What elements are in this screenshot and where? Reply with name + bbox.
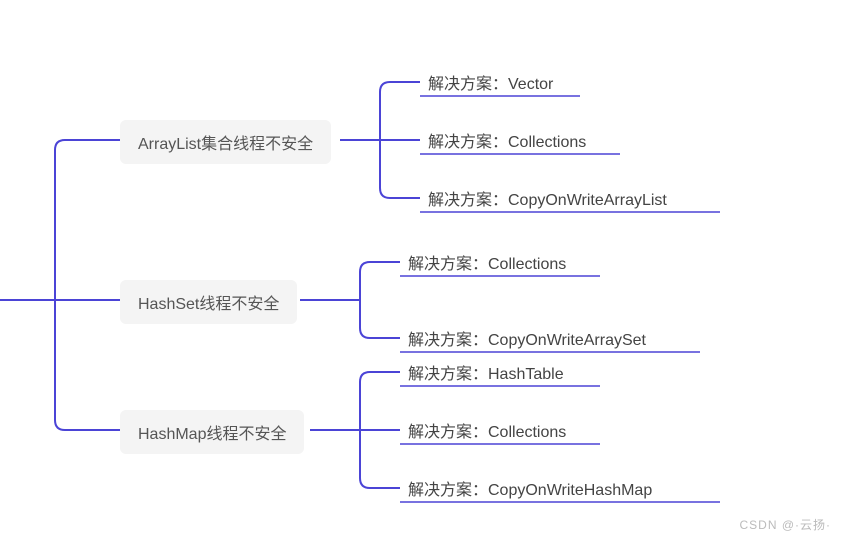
leaf-arraylist-cowarraylist: 解决方案：CopyOnWriteArrayList <box>428 182 667 214</box>
leaf-arraylist-collections: 解决方案：Collections <box>428 124 586 156</box>
watermark-text: CSDN @·云扬· <box>739 516 831 533</box>
leaf-hashmap-collections: 解决方案：Collections <box>408 414 566 446</box>
node-arraylist: ArrayList集合线程不安全 <box>120 120 331 164</box>
leaf-hashmap-hashtable: 解决方案：HashTable <box>408 356 564 388</box>
leaf-hashmap-cowhashmap: 解决方案：CopyOnWriteHashMap <box>408 472 652 504</box>
node-hashmap: HashMap线程不安全 <box>120 410 304 454</box>
leaf-arraylist-vector: 解决方案：Vector <box>428 66 553 98</box>
node-hashset: HashSet线程不安全 <box>120 280 297 324</box>
leaf-hashset-collections: 解决方案：Collections <box>408 246 566 278</box>
leaf-hashset-cowarrayset: 解决方案：CopyOnWriteArraySet <box>408 322 646 354</box>
